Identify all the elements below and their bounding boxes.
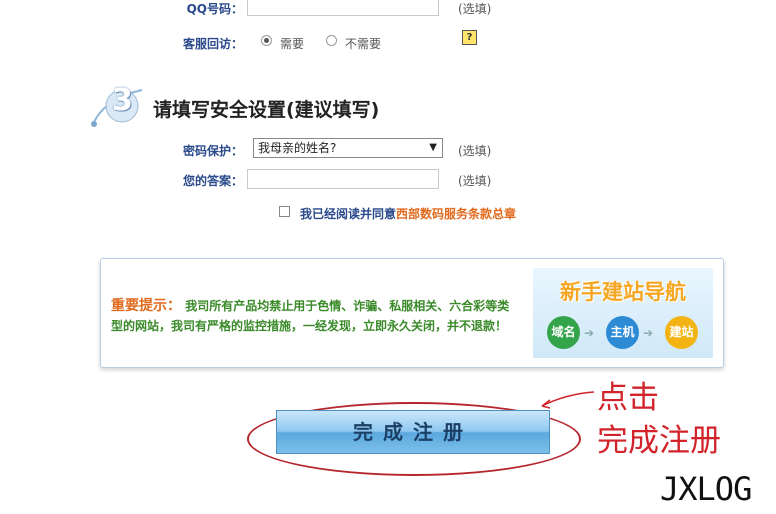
notice-title: 重要提示： — [111, 298, 181, 314]
notice-box: 重要提示： 我司所有产品均禁止用于色情、诈骗、私服相关、六合彩等类 型的网站，我… — [100, 258, 724, 368]
qq-optional-hint: (选填) — [458, 2, 492, 16]
answer-input[interactable] — [247, 169, 439, 189]
visit-no-label[interactable]: 不需要 — [345, 35, 381, 52]
qq-input[interactable] — [247, 0, 439, 16]
chevron-down-icon: ▼ — [429, 142, 437, 153]
arrow-right-icon: ➔ — [643, 326, 654, 340]
annotation-line2: 完成注册 — [597, 423, 721, 459]
visit-no-radio[interactable] — [326, 35, 337, 46]
section-title: 请填写安全设置(建议填写) — [153, 99, 380, 121]
guide-banner[interactable]: 新手建站导航 域名 ➔ 主机 ➔ 建站 — [533, 268, 713, 358]
visit-yes-radio[interactable] — [261, 35, 272, 46]
answer-label: 您的答案： — [182, 174, 243, 188]
notice-text: 重要提示： 我司所有产品均禁止用于色情、诈骗、私服相关、六合彩等类 型的网站，我… — [111, 296, 511, 336]
step-3-icon: 3 — [86, 78, 146, 134]
visit-label: 客服回访： — [182, 37, 243, 51]
guide-step-host: 主机 — [606, 316, 639, 349]
notice-line2: 型的网站，我司有严格的监控措施，一经发现，立即永久关闭，并不退款！ — [111, 319, 508, 333]
complete-register-button[interactable]: 完成注册 — [276, 410, 550, 454]
arrow-right-icon: ➔ — [584, 326, 595, 340]
pwd-protect-label: 密码保护： — [182, 144, 243, 158]
answer-optional-hint: (选填) — [458, 174, 492, 188]
guide-step-site: 建站 — [665, 316, 698, 349]
watermark: JXLOG — [660, 470, 752, 508]
notice-line1: 我司所有产品均禁止用于色情、诈骗、私服相关、六合彩等类 — [185, 299, 510, 313]
pwd-protect-optional-hint: (选填) — [458, 144, 492, 158]
agree-text: 我已经阅读并同意 — [300, 207, 397, 221]
step-number: 3 — [112, 83, 133, 118]
help-icon[interactable]: ? — [462, 30, 477, 45]
guide-step-domain: 域名 — [547, 316, 580, 349]
agree-checkbox[interactable] — [279, 206, 290, 217]
pwd-protect-value: 我母亲的姓名? — [258, 141, 337, 155]
visit-yes-label[interactable]: 需要 — [280, 35, 304, 52]
guide-title: 新手建站导航 — [560, 280, 686, 304]
terms-link[interactable]: 西部数码服务条款总章 — [396, 207, 516, 221]
qq-label: QQ号码： — [186, 2, 243, 16]
annotation-line1: 点击 — [597, 380, 659, 416]
annotation-arrow — [541, 391, 595, 409]
pwd-protect-select[interactable]: 我母亲的姓名? ▼ — [253, 138, 443, 158]
